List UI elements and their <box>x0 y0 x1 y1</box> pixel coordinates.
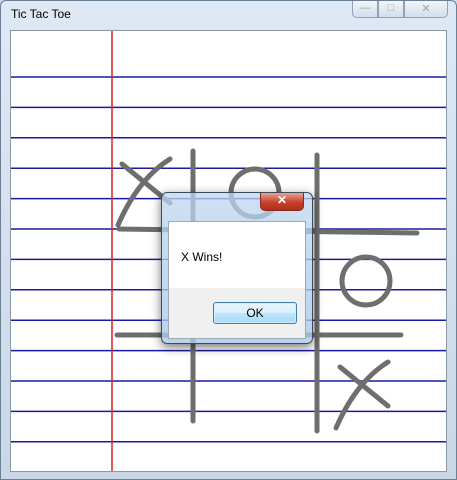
dialog-close-button[interactable]: ✕ <box>260 193 304 211</box>
caption-buttons: ― □ ✕ <box>352 1 448 19</box>
minimize-icon: ― <box>359 2 371 14</box>
maximize-icon: □ <box>387 2 395 14</box>
x-mark <box>333 359 391 431</box>
ok-button[interactable]: OK <box>213 302 297 324</box>
o-mark <box>339 254 393 308</box>
dialog-message-area: X Wins! <box>169 222 305 288</box>
window-title: Tic Tac Toe <box>11 7 71 21</box>
dialog-body: X Wins! OK <box>168 221 306 339</box>
close-button[interactable]: ✕ <box>404 1 448 18</box>
dialog-message: X Wins! <box>181 250 223 264</box>
close-icon: ✕ <box>421 3 431 15</box>
title-bar[interactable]: Tic Tac Toe ― □ ✕ <box>1 1 456 29</box>
minimize-button[interactable]: ― <box>352 1 378 18</box>
x-stroke <box>337 364 391 409</box>
maximize-button[interactable]: □ <box>378 1 404 18</box>
close-icon: ✕ <box>276 193 288 207</box>
message-dialog: ✕ X Wins! OK <box>161 192 313 344</box>
